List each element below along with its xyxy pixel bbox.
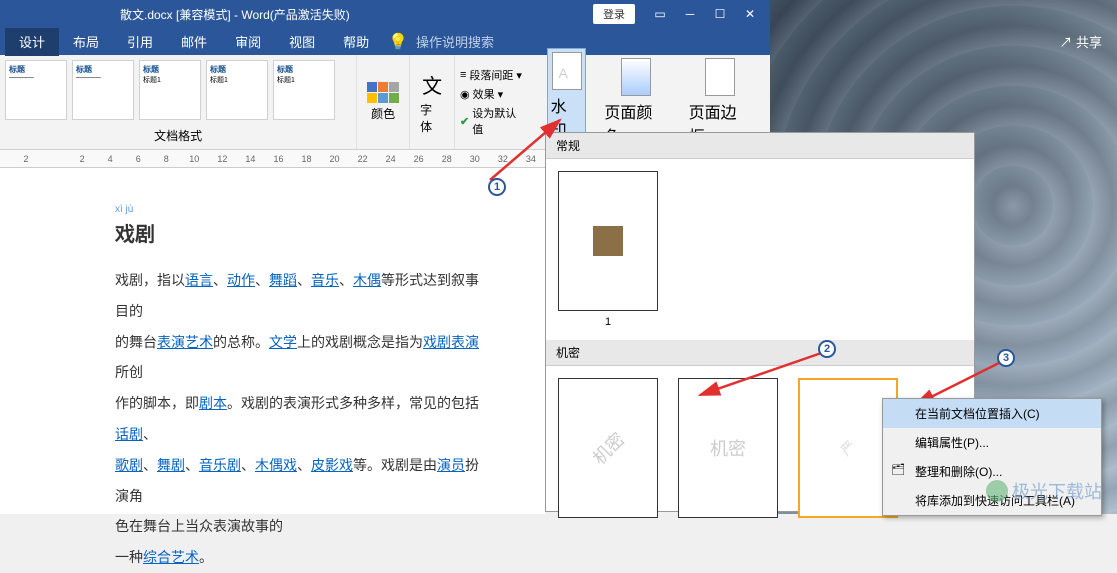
doc-link[interactable]: 木偶 <box>353 272 381 288</box>
maximize-icon[interactable]: ☐ <box>705 0 735 28</box>
doc-link[interactable]: 话剧 <box>115 426 143 442</box>
doc-link[interactable]: 演员 <box>437 457 465 473</box>
effects-icon: ◉ <box>460 88 470 101</box>
tab-mailings[interactable]: 邮件 <box>167 27 221 56</box>
horizontal-ruler[interactable]: 2246810121416182022242628303234 <box>0 150 545 168</box>
doc-format-label: 文档格式 <box>154 127 202 144</box>
chevron-down-icon: ▾ <box>516 69 522 82</box>
page-color-icon <box>621 58 651 96</box>
watermark-thumb[interactable] <box>558 171 658 311</box>
para-spacing-button[interactable]: ≡段落间距 ▾ <box>460 67 527 83</box>
doc-link[interactable]: 木偶戏 <box>255 457 297 473</box>
watermark-thumb-confidential[interactable]: 机密 <box>678 378 778 518</box>
share-button[interactable]: ↗ 共享 <box>1059 32 1102 51</box>
context-edit-properties[interactable]: 编辑属性(P)... <box>883 428 1101 457</box>
doc-link[interactable]: 舞蹈 <box>269 272 297 288</box>
watermark-icon: A <box>552 52 582 90</box>
document-title: 散文.docx [兼容模式] - Word(产品激活失败) <box>120 6 350 23</box>
style-item[interactable]: 标题标题1 <box>139 60 201 120</box>
ribbon-tabs: 设计 布局 引用 邮件 审阅 视图 帮助 💡 操作说明搜索 ↗ 共享 <box>0 28 770 55</box>
tab-review[interactable]: 审阅 <box>221 27 275 56</box>
callout-2: 2 <box>818 340 836 358</box>
document-body: 戏剧，指以语言、动作、舞蹈、音乐、木偶等形式达到叙事目的 的舞台表演艺术的总称。… <box>115 265 485 573</box>
pinyin-annotation: xì jù <box>115 204 133 215</box>
document-canvas[interactable]: xì jù 戏剧 戏剧，指以语言、动作、舞蹈、音乐、木偶等形式达到叙事目的 的舞… <box>0 168 545 514</box>
organize-icon: 🗂 <box>891 463 905 476</box>
colors-group[interactable]: 颜色 <box>357 55 410 149</box>
login-button[interactable]: 登录 <box>593 4 635 24</box>
section-header-confidential: 机密 <box>546 340 974 366</box>
watermark-thumb-confidential[interactable]: 机密 <box>558 378 658 518</box>
ribbon-display-icon[interactable]: ▭ <box>645 0 675 28</box>
doc-link[interactable]: 剧本 <box>199 395 227 411</box>
set-default-button[interactable]: ✔设为默认值 <box>460 105 527 137</box>
tell-me-search[interactable]: 操作说明搜索 <box>416 32 494 51</box>
style-item[interactable]: 标题标题1 <box>206 60 268 120</box>
tab-layout[interactable]: 布局 <box>59 27 113 56</box>
doc-link[interactable]: 动作 <box>227 272 255 288</box>
doc-link[interactable]: 音乐剧 <box>199 457 241 473</box>
doc-link[interactable]: 舞剧 <box>157 457 185 473</box>
titlebar: 散文.docx [兼容模式] - Word(产品激活失败) 登录 ▭ ─ ☐ ✕ <box>0 0 770 28</box>
section-header-normal: 常规 <box>546 133 974 159</box>
style-gallery[interactable]: 标题───── 标题───── 标题标题1 标题标题1 标题标题1 文档格式 <box>0 55 357 149</box>
tab-view[interactable]: 视图 <box>275 27 329 56</box>
context-insert-at-position[interactable]: 在当前文档位置插入(C) <box>883 399 1101 428</box>
doc-link[interactable]: 戏剧表演 <box>423 334 479 350</box>
options-group: ≡段落间距 ▾ ◉效果 ▾ ✔设为默认值 <box>455 55 532 149</box>
chevron-down-icon: ▾ <box>498 88 504 101</box>
fonts-label: 字体 <box>420 101 444 135</box>
document-heading: xì jù 戏剧 <box>115 218 485 247</box>
page-border-icon <box>705 58 735 96</box>
check-icon: ✔ <box>460 115 469 128</box>
callout-1: 1 <box>488 178 506 196</box>
style-item[interactable]: 标题───── <box>72 60 134 120</box>
fonts-group[interactable]: 文 字体 <box>410 55 455 149</box>
tab-references[interactable]: 引用 <box>113 27 167 56</box>
fonts-icon: 文 <box>422 70 442 99</box>
callout-3: 3 <box>997 349 1015 367</box>
style-item[interactable]: 标题标题1 <box>273 60 335 120</box>
tab-design[interactable]: 设计 <box>5 27 59 56</box>
doc-link[interactable]: 音乐 <box>311 272 339 288</box>
site-watermark: 极光下载站 <box>986 478 1102 504</box>
doc-link[interactable]: 语言 <box>185 272 213 288</box>
spacing-icon: ≡ <box>460 69 466 81</box>
color-swatches-icon <box>367 82 399 103</box>
doc-link[interactable]: 皮影戏 <box>311 457 353 473</box>
watermark-thumb-label: 1 <box>558 316 658 328</box>
tab-help[interactable]: 帮助 <box>329 27 383 56</box>
style-item[interactable]: 标题───── <box>5 60 67 120</box>
watermark-thumb-image <box>593 226 623 256</box>
close-icon[interactable]: ✕ <box>735 0 765 28</box>
effects-button[interactable]: ◉效果 ▾ <box>460 86 527 102</box>
doc-link[interactable]: 综合艺术 <box>143 549 199 565</box>
doc-link[interactable]: 文学 <box>269 334 297 350</box>
doc-link[interactable]: 表演艺术 <box>157 334 213 350</box>
doc-link[interactable]: 歌剧 <box>115 457 143 473</box>
lightbulb-icon: 💡 <box>388 32 408 52</box>
colors-label: 颜色 <box>371 105 395 122</box>
minimize-icon[interactable]: ─ <box>675 0 705 28</box>
